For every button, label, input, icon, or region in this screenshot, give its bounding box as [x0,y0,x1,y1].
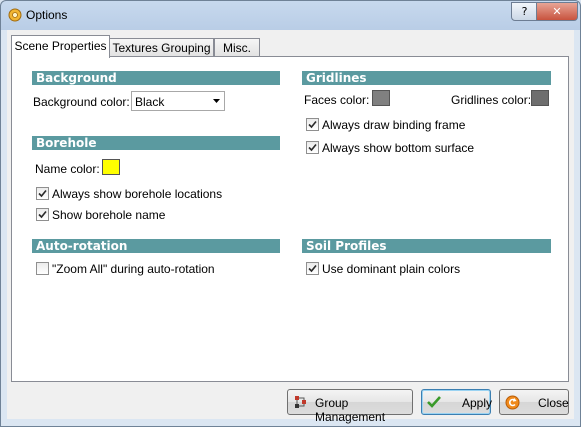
help-button[interactable]: ? [511,2,538,21]
background-header: Background [32,71,280,85]
checkmark-icon [427,396,441,408]
checkmark-icon [308,143,317,152]
gridlines-header: Gridlines [302,71,551,85]
soil-profiles-header: Soil Profiles [302,239,551,253]
checkmark-icon [308,120,317,129]
zoom-all-label: "Zoom All" during auto-rotation [52,262,215,276]
show-locations-label: Always show borehole locations [52,187,223,201]
dialog-client: Scene Properties Textures Grouping Misc.… [7,30,574,424]
checkmark-icon [38,210,47,219]
group-management-button[interactable]: Group Management [287,389,413,424]
bottom-surface-checkbox[interactable] [306,141,319,154]
show-locations-checkbox[interactable] [36,187,49,200]
faces-color-label: Faces color: [304,93,370,107]
title-bar[interactable]: Options ? ✕ [1,1,580,30]
background-color-label: Background color: [33,95,130,109]
apply-label: Apply [462,396,493,410]
background-color-select[interactable]: Black [131,91,225,111]
bottom-surface-label: Always show bottom surface [322,141,475,155]
checkmark-icon [38,189,47,198]
autorotation-header: Auto-rotation [32,239,280,253]
tab-misc[interactable]: Misc. [214,38,260,57]
tab-scene-properties[interactable]: Scene Properties [11,35,110,58]
group-management-label: Group Management [315,396,386,424]
window-title: Options [26,8,68,22]
close-icon [505,395,520,410]
scene-properties-panel: Background Background color: Black Boreh… [11,56,569,382]
borehole-header: Borehole [32,136,280,150]
options-window: Options ? ✕ Scene Properties Textures Gr… [0,0,581,427]
dominant-colors-checkbox[interactable] [306,262,319,275]
group-management-icon [295,396,306,408]
show-name-checkbox[interactable] [36,208,49,221]
binding-frame-label: Always draw binding frame [322,118,466,132]
background-color-value: Black [135,95,165,109]
chevron-down-icon [213,99,220,103]
app-gear-icon [8,8,22,22]
zoom-all-checkbox[interactable] [36,262,49,275]
close-label: Close [538,396,569,410]
gridlines-color-label: Gridlines color: [451,93,532,107]
show-name-label: Show borehole name [52,208,166,222]
checkmark-icon [308,264,317,273]
faces-color-swatch[interactable] [372,90,390,106]
tab-textures-grouping[interactable]: Textures Grouping [109,38,214,57]
gridlines-color-swatch[interactable] [531,90,549,106]
dominant-colors-label: Use dominant plain colors [322,262,461,276]
binding-frame-checkbox[interactable] [306,118,319,131]
close-button[interactable]: Close [499,389,569,415]
name-color-label: Name color: [35,162,100,176]
name-color-swatch[interactable] [102,159,120,175]
apply-button[interactable]: Apply [421,389,493,415]
window-close-button[interactable]: ✕ [536,2,578,21]
